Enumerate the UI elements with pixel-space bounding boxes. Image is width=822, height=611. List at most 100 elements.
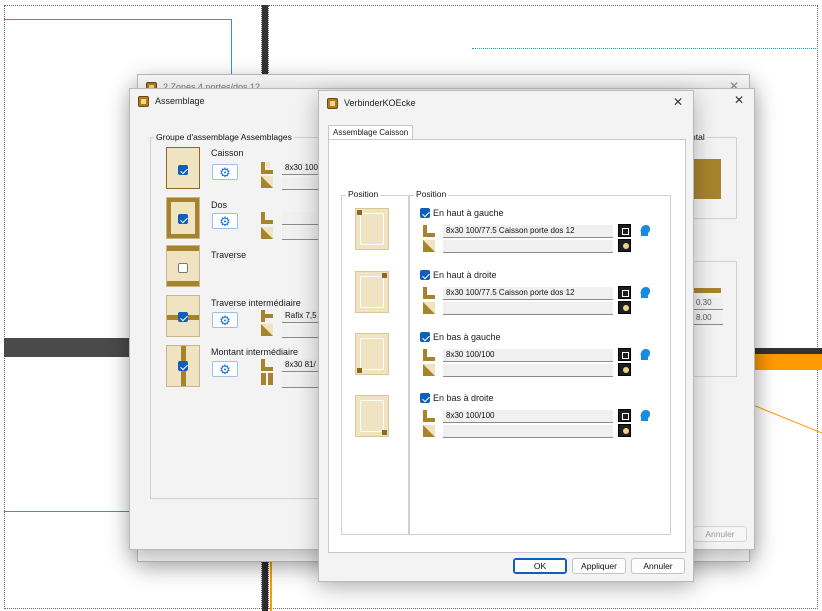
- traverse-label: Traverse: [211, 250, 247, 260]
- caisson-settings-button[interactable]: ⚙: [212, 164, 238, 180]
- user-profile-icon[interactable]: [639, 224, 651, 237]
- montant-intermediaire-label: Montant intermédiaire: [211, 347, 299, 357]
- right-group-preview: [693, 159, 721, 199]
- corner-marker: [382, 430, 387, 435]
- connector-type-icon: [423, 287, 435, 299]
- position-bottom-right-value[interactable]: 8x30 100/100: [443, 410, 613, 423]
- preview-icon[interactable]: [618, 239, 631, 252]
- corner-type-icon: [423, 425, 435, 437]
- import-icon[interactable]: [618, 348, 631, 361]
- cancel-button[interactable]: Annuler: [631, 558, 685, 574]
- user-profile-icon[interactable]: [639, 348, 651, 361]
- montant-intermediaire-field-1[interactable]: 8x30 81/: [282, 359, 322, 372]
- traverse-intermediaire-connector-icon: [261, 310, 273, 322]
- panel-outline: [360, 276, 384, 308]
- preview-icon[interactable]: [618, 301, 631, 314]
- montant-intermediaire-checkbox[interactable]: [178, 361, 188, 371]
- gear-icon: ⚙: [219, 164, 231, 180]
- traverse-intermediaire-label: Traverse intermédiaire: [211, 298, 301, 308]
- montant-intermediaire-split-icon: [261, 373, 273, 385]
- cad-band-orange: [748, 354, 822, 370]
- position-top-right-value[interactable]: 8x30 100/77.5 Caisson porte dos 12: [443, 287, 613, 300]
- verbinder-titlebar[interactable]: VerbinderKOEcke: [319, 91, 693, 115]
- position-bottom-left-preview[interactable]: [355, 333, 389, 375]
- assemblage-title: Assemblage: [155, 96, 205, 106]
- verbinder-dialog[interactable]: VerbinderKOEcke ✕ Assemblage Caisson Pos…: [318, 90, 694, 582]
- panel-outline: [360, 338, 384, 370]
- position-top-left-value[interactable]: 8x30 100/77.5 Caisson porte dos 12: [443, 225, 613, 238]
- traverse-intermediaire-settings-button[interactable]: ⚙: [212, 312, 238, 328]
- dos-checkbox[interactable]: [178, 214, 188, 224]
- traverse-intermediaire-corner-icon: [261, 324, 273, 336]
- montant-intermediaire-settings-button[interactable]: ⚙: [212, 361, 238, 377]
- position-top-right-value2[interactable]: [443, 302, 613, 315]
- gear-icon: ⚙: [219, 312, 231, 328]
- cad-band-dark-left: [4, 338, 138, 357]
- position-bottom-right-value2[interactable]: [443, 425, 613, 438]
- corner-marker: [357, 210, 362, 215]
- caisson-field-1[interactable]: 8x30 100: [282, 162, 322, 175]
- position-bottom-right-checkbox[interactable]: [420, 393, 430, 403]
- dos-field-2[interactable]: [282, 227, 322, 240]
- cad-line-dark-v: [264, 560, 268, 611]
- user-profile-icon[interactable]: [639, 286, 651, 299]
- connector-type-icon: [423, 349, 435, 361]
- traverse-intermediaire-field-2[interactable]: [282, 325, 322, 338]
- cad-diagonal-orange: [748, 402, 822, 434]
- close-icon[interactable]: ✕: [732, 93, 746, 107]
- app-icon: [138, 95, 149, 107]
- traverse-bar-bottom: [167, 281, 199, 286]
- preview-icon[interactable]: [618, 363, 631, 376]
- position-bottom-right-preview[interactable]: [355, 395, 389, 437]
- position-bottom-left-checkbox[interactable]: [420, 332, 430, 342]
- position-top-left-label: En haut à gauche: [433, 208, 504, 218]
- assemblage-cancel-button[interactable]: Annuler: [693, 526, 747, 542]
- traverse-intermediaire-field-1[interactable]: Rafix 7,5: [282, 310, 322, 323]
- cad-line-orange-v: [270, 560, 272, 611]
- position-top-left-checkbox[interactable]: [420, 208, 430, 218]
- apply-button[interactable]: Appliquer: [572, 558, 626, 574]
- dos-settings-button[interactable]: ⚙: [212, 213, 238, 229]
- position-top-left-preview[interactable]: [355, 208, 389, 250]
- caisson-label: Caisson: [211, 148, 244, 158]
- position-top-right-preview[interactable]: [355, 271, 389, 313]
- gear-icon: ⚙: [219, 361, 231, 377]
- corner-type-icon: [423, 240, 435, 252]
- montant-intermediaire-field-2[interactable]: [282, 375, 322, 388]
- right-value-2[interactable]: 8.00: [693, 312, 723, 325]
- gear-icon: ⚙: [219, 213, 231, 229]
- app-icon: [327, 97, 338, 109]
- cad-line-dotted-top: [472, 48, 818, 49]
- position-bottom-left-value[interactable]: 8x30 100/100: [443, 349, 613, 362]
- caisson-field-2[interactable]: [282, 177, 322, 190]
- position-top-right-label: En haut à droite: [433, 270, 497, 280]
- traverse-checkbox[interactable]: [178, 263, 188, 273]
- preview-icon[interactable]: [618, 424, 631, 437]
- caisson-corner-icon: [261, 176, 273, 188]
- caisson-checkbox[interactable]: [178, 165, 188, 175]
- ok-button[interactable]: OK: [513, 558, 567, 574]
- right-group-bar: [693, 288, 721, 293]
- right-value-1[interactable]: 0.30: [693, 297, 723, 310]
- position-preview-label: Position: [346, 189, 381, 199]
- caisson-connector-icon: [261, 162, 273, 174]
- montant-intermediaire-connector-icon: [261, 359, 273, 371]
- dos-field-1[interactable]: [282, 212, 322, 225]
- import-icon[interactable]: [618, 409, 631, 422]
- position-bottom-left-value2[interactable]: [443, 364, 613, 377]
- close-icon[interactable]: ✕: [671, 95, 685, 109]
- dos-corner-icon: [261, 227, 273, 239]
- import-icon[interactable]: [618, 286, 631, 299]
- position-top-left-value2[interactable]: [443, 240, 613, 253]
- panel-outline: [360, 400, 384, 432]
- dos-label: Dos: [211, 200, 228, 210]
- position-top-right-checkbox[interactable]: [420, 270, 430, 280]
- panel-outline: [360, 213, 384, 245]
- import-icon[interactable]: [618, 224, 631, 237]
- traverse-intermediaire-checkbox[interactable]: [178, 312, 188, 322]
- user-profile-icon[interactable]: [639, 409, 651, 422]
- connector-type-icon: [423, 225, 435, 237]
- verbinder-title: VerbinderKOEcke: [344, 98, 416, 108]
- tab-assemblage-caisson[interactable]: Assemblage Caisson: [328, 125, 414, 140]
- cad-line-cyan-h1: [4, 19, 232, 20]
